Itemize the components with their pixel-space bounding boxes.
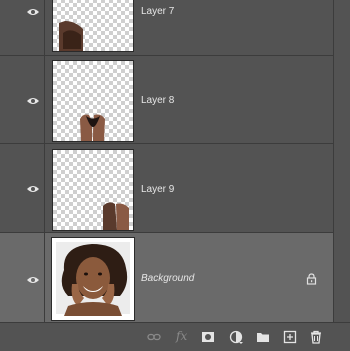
layer-name[interactable]: Layer 7 bbox=[141, 6, 174, 17]
visibility-toggle-background[interactable] bbox=[0, 233, 45, 322]
layers-panel: Layer 7 Layer 8 Layer 9 Background fx bbox=[0, 0, 350, 351]
layer-thumbnail-background[interactable] bbox=[51, 237, 135, 321]
layer-row-layer-8[interactable]: Layer 8 bbox=[0, 56, 333, 144]
new-layer-icon[interactable] bbox=[283, 330, 297, 344]
layer-name[interactable]: Layer 9 bbox=[141, 184, 174, 195]
eye-icon[interactable] bbox=[26, 7, 40, 17]
trash-icon[interactable] bbox=[309, 330, 323, 344]
layer-name[interactable]: Layer 8 bbox=[141, 95, 174, 106]
add-mask-icon[interactable] bbox=[201, 330, 215, 344]
layer-thumbnail-layer-8[interactable] bbox=[52, 60, 134, 142]
eye-icon[interactable] bbox=[26, 184, 40, 194]
layers-toolbar: fx bbox=[0, 322, 350, 351]
layer-row-background[interactable]: Background bbox=[0, 233, 333, 323]
eye-icon[interactable] bbox=[26, 96, 40, 106]
layer-thumbnail-layer-7[interactable] bbox=[52, 0, 134, 52]
layer-style-fx-icon[interactable]: fx bbox=[176, 329, 187, 343]
eye-icon[interactable] bbox=[26, 275, 40, 285]
layers-scrollbar[interactable] bbox=[333, 0, 350, 322]
visibility-toggle-layer-7[interactable] bbox=[0, 0, 45, 55]
layer-name[interactable]: Background bbox=[141, 273, 194, 284]
link-layers-icon[interactable] bbox=[147, 330, 161, 344]
visibility-toggle-layer-8[interactable] bbox=[0, 56, 45, 143]
layer-row-layer-7[interactable]: Layer 7 bbox=[0, 0, 333, 56]
adjustment-layer-icon[interactable] bbox=[229, 330, 243, 344]
layer-thumbnail-layer-9[interactable] bbox=[52, 149, 134, 231]
lock-icon[interactable] bbox=[306, 273, 317, 285]
layer-row-layer-9[interactable]: Layer 9 bbox=[0, 144, 333, 233]
visibility-toggle-layer-9[interactable] bbox=[0, 144, 45, 232]
folder-icon[interactable] bbox=[256, 330, 270, 344]
